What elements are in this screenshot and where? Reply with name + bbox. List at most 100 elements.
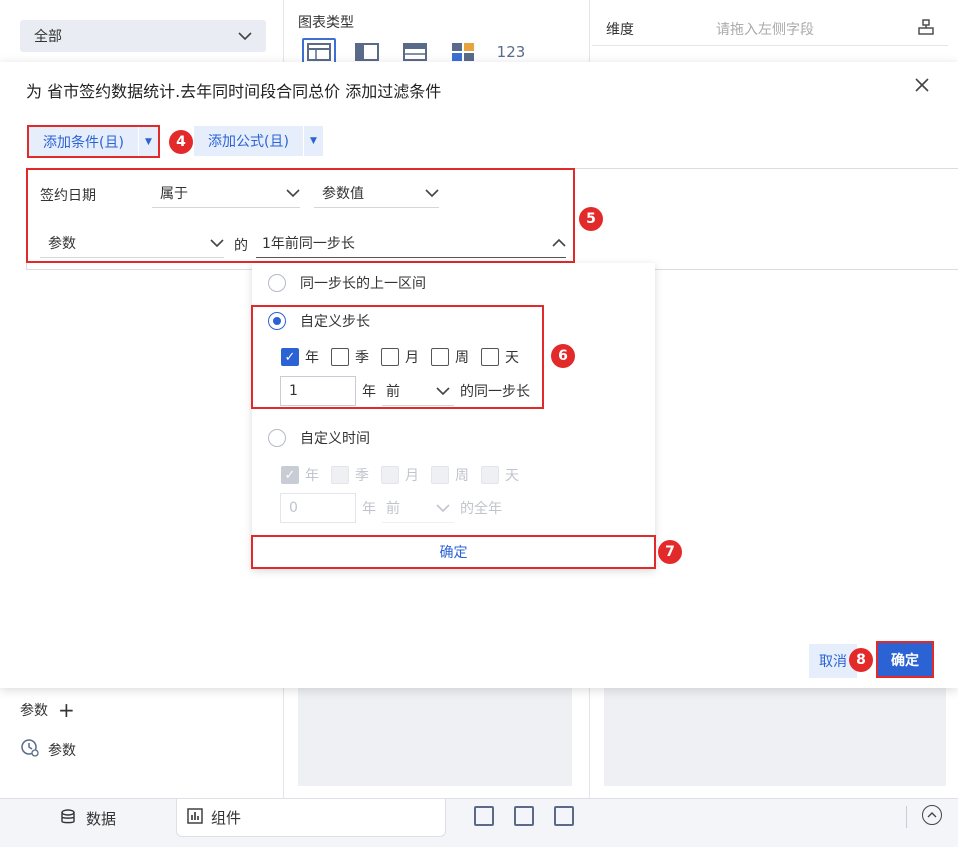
checkbox-month-disabled xyxy=(381,466,399,484)
custom-time-row: 0 年 前 的全年 xyxy=(280,493,502,523)
option-custom-step[interactable]: 自定义步长 xyxy=(268,311,370,331)
param-item[interactable]: 参数 xyxy=(20,738,76,762)
option-custom-step-label: 自定义步长 xyxy=(300,314,370,330)
step-badge-5: 5 xyxy=(579,207,603,231)
unit-year-label: 年 xyxy=(305,350,319,366)
checkbox-week[interactable] xyxy=(431,348,449,366)
scope-select[interactable]: 全部 xyxy=(20,20,266,52)
custom-step-direction[interactable]: 前 xyxy=(382,376,454,406)
range-select-value: 1年前同一步长 xyxy=(262,235,355,252)
tab-data[interactable]: 数据 xyxy=(60,808,116,829)
confirm-button[interactable]: 确定 xyxy=(876,641,934,678)
checkbox-quarter-disabled xyxy=(331,466,349,484)
divider xyxy=(906,806,907,828)
add-param-icon[interactable]: + xyxy=(58,698,75,722)
tab-data-label: 数据 xyxy=(86,810,117,828)
add-chart-icon[interactable] xyxy=(474,806,494,826)
param-header: 参数 + xyxy=(20,698,75,722)
value-type-select-value: 参数值 xyxy=(322,185,364,202)
value-type-select[interactable]: 参数值 xyxy=(314,178,439,208)
database-icon xyxy=(60,808,76,829)
of-label: 的 xyxy=(234,238,248,254)
custom-step-suffix: 的同一步长 xyxy=(460,384,530,400)
checkbox-year-disabled: ✓ xyxy=(281,466,299,484)
tab-components[interactable]: 组件 xyxy=(176,799,446,837)
middle-bottom-panel xyxy=(298,688,572,786)
param-item-label: 参数 xyxy=(48,743,76,759)
custom-time-direction: 前 xyxy=(382,493,454,523)
unit-quarter-label: 季 xyxy=(355,350,369,366)
step-badge-4: 4 xyxy=(169,130,193,154)
step-badge-8: 8 xyxy=(849,648,873,672)
add-condition-dropdown[interactable]: ▼ xyxy=(137,127,158,156)
step-badge-6: 6 xyxy=(551,344,575,368)
option-previous-interval[interactable]: 同一步长的上一区间 xyxy=(268,273,426,293)
operator-select[interactable]: 属于 xyxy=(152,178,300,208)
chart-type-label: 图表类型 xyxy=(298,15,354,31)
chevron-down-icon xyxy=(210,235,224,251)
custom-time-unit: 年 xyxy=(362,501,376,517)
dimension-label: 维度 xyxy=(606,21,634,38)
dimension-bar[interactable]: 维度 请拖入左侧字段 xyxy=(592,12,948,46)
bottom-toolbar xyxy=(474,806,574,826)
right-bottom-panel xyxy=(604,688,946,786)
checkbox-week-disabled xyxy=(431,466,449,484)
add-report-icon[interactable] xyxy=(554,806,574,826)
checkbox-month[interactable] xyxy=(381,348,399,366)
tab-components-label: 组件 xyxy=(211,809,242,827)
option-custom-time[interactable]: 自定义时间 xyxy=(268,428,370,448)
dimension-placeholder: 请拖入左侧字段 xyxy=(716,21,814,38)
dialog-title: 为 省市签约数据统计.去年同时间段合同总价 添加过滤条件 xyxy=(26,82,442,101)
checkbox-day[interactable] xyxy=(481,348,499,366)
add-formula-button[interactable]: 添加公式(且) xyxy=(194,126,303,156)
range-select[interactable]: 1年前同一步长 xyxy=(256,228,566,258)
unit-week-disabled-label: 周 xyxy=(455,468,469,484)
custom-step-row: 1 年 前 的同一步长 xyxy=(280,376,530,406)
custom-time-input: 0 xyxy=(280,493,356,523)
scope-select-value: 全部 xyxy=(34,29,62,45)
chart-component-icon xyxy=(187,807,203,828)
custom-step-input[interactable]: 1 xyxy=(280,376,356,406)
unit-day-disabled-label: 天 xyxy=(505,468,519,484)
radio-previous-interval[interactable] xyxy=(268,274,286,292)
custom-time-direction-value: 前 xyxy=(386,500,400,517)
add-table-icon[interactable] xyxy=(514,806,534,826)
option-custom-time-label: 自定义时间 xyxy=(300,431,370,447)
custom-step-unit: 年 xyxy=(362,384,376,400)
unit-week-label: 周 xyxy=(455,350,469,366)
custom-time-suffix: 的全年 xyxy=(460,501,502,517)
param-clock-icon xyxy=(20,738,40,762)
custom-step-direction-value: 前 xyxy=(386,383,400,400)
checkbox-year[interactable]: ✓ xyxy=(281,348,299,366)
add-formula-dropdown[interactable]: ▼ xyxy=(302,126,323,156)
param-header-label: 参数 xyxy=(20,703,48,719)
chevron-up-icon xyxy=(552,235,566,251)
chevron-down-icon xyxy=(238,28,252,44)
unit-year-disabled-label: 年 xyxy=(305,468,319,484)
radio-custom-step[interactable] xyxy=(268,312,286,330)
unit-month-disabled-label: 月 xyxy=(405,468,419,484)
operator-select-value: 属于 xyxy=(160,185,188,202)
hierarchy-icon[interactable] xyxy=(918,18,934,39)
unit-quarter-disabled-label: 季 xyxy=(355,468,369,484)
unit-month-label: 月 xyxy=(405,350,419,366)
checkbox-day-disabled xyxy=(481,466,499,484)
custom-time-units: ✓ 年 季 月 周 天 xyxy=(281,465,525,485)
step-badge-7: 7 xyxy=(658,540,682,564)
custom-step-units: ✓ 年 季 月 周 天 xyxy=(281,347,525,367)
param-select[interactable]: 参数 xyxy=(40,228,224,258)
option-previous-interval-label: 同一步长的上一区间 xyxy=(300,276,426,292)
condition-field: 签约日期 xyxy=(40,188,96,204)
radio-custom-time[interactable] xyxy=(268,429,286,447)
add-condition-group: 添加条件(且) ▼ xyxy=(27,125,160,158)
chevron-down-icon xyxy=(286,185,300,201)
unit-day-label: 天 xyxy=(505,350,519,366)
param-select-value: 参数 xyxy=(48,235,76,252)
chevron-up-circle-icon[interactable] xyxy=(922,805,942,825)
chevron-down-icon xyxy=(425,185,439,201)
close-icon[interactable] xyxy=(914,76,930,98)
dropdown-confirm-button[interactable]: 确定 xyxy=(251,535,656,569)
add-formula-group: 添加公式(且) ▼ xyxy=(194,126,323,156)
checkbox-quarter[interactable] xyxy=(331,348,349,366)
add-condition-button[interactable]: 添加条件(且) xyxy=(29,127,138,156)
